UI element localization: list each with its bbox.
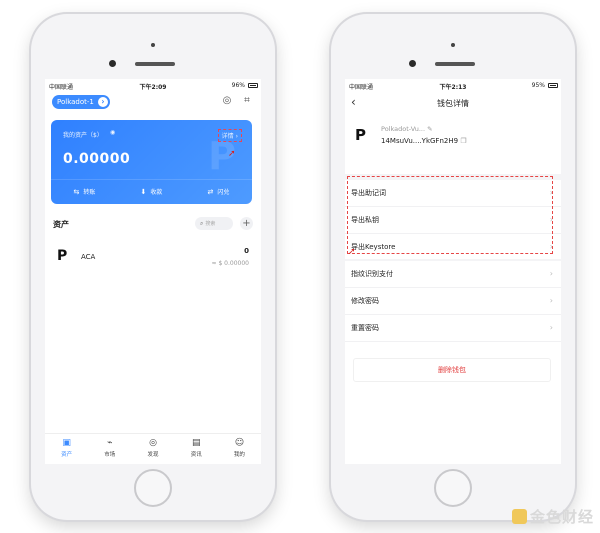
highlight-box: [347, 176, 553, 254]
asset-card-label: 我的资产（$）: [63, 132, 103, 139]
chevron-right-icon: ›: [549, 269, 553, 278]
add-asset-button[interactable]: +: [240, 217, 253, 230]
earpiece: [135, 62, 175, 66]
swap-icon: ⇄: [207, 188, 214, 196]
asset-fiat-value: ≈ $ 0.00000: [211, 260, 249, 267]
wallet-header: P Polkadot-Vu... ✎ 14MsuVu....YkGFn2H9 ❐: [345, 116, 561, 162]
asset-card: P 我的资产（$） ◉ 详情 › 0.00000 ⇆ 转账 ⬇ 收款 ⇄ 闪兑: [51, 120, 252, 204]
news-icon: ▤: [191, 438, 201, 448]
status-bar: 中国联通 下午2:13 95%: [345, 79, 561, 92]
right-screen: 中国联通 下午2:13 95% ‹ 钱包详情 P Polkadot-Vu... …: [345, 79, 561, 464]
tab-me[interactable]: ☺ 我的: [218, 434, 261, 464]
camera-icon[interactable]: ◎: [221, 95, 233, 107]
chevron-right-icon: ›: [97, 97, 108, 107]
status-bar: 中国联通 下午2:09 96%: [45, 79, 261, 92]
transfer-button[interactable]: ⇆ 转账: [51, 180, 118, 204]
transfer-icon: ⇆: [73, 188, 80, 196]
pointer-cursor-icon: ➚: [228, 149, 236, 159]
brand-watermark: 金色财经: [511, 506, 594, 527]
chevron-right-icon: ›: [549, 296, 553, 305]
wallet-address: 14MsuVu....YkGFn2H9 ❐: [381, 137, 467, 145]
clock: 下午2:13: [439, 84, 467, 91]
receive-icon: ⬇: [140, 188, 147, 196]
nav-bar: ‹ 钱包详情: [345, 92, 561, 117]
speaker: [451, 43, 455, 47]
wallet-name: Polkadot-Vu... ✎: [381, 125, 433, 133]
compass-icon: ◎: [149, 438, 157, 448]
asset-row[interactable]: P ACA 0 ≈ $ 0.00000: [51, 243, 253, 273]
home-button[interactable]: [434, 469, 472, 507]
scan-icon[interactable]: ⌗: [241, 95, 253, 107]
battery-level: 96%: [231, 82, 245, 89]
detail-link[interactable]: 详情 ›: [217, 129, 242, 142]
change-password-item[interactable]: 修改密码 ›: [345, 288, 561, 315]
front-camera: [409, 60, 416, 67]
home-button[interactable]: [134, 469, 172, 507]
chain-name: Polkadot-1: [57, 98, 94, 106]
earpiece: [435, 62, 475, 66]
chain-selector[interactable]: Polkadot-1 ›: [52, 95, 110, 109]
user-icon: ☺: [234, 438, 245, 448]
battery-level: 95%: [531, 82, 545, 89]
left-phone: 中国联通 下午2:09 96% Polkadot-1 › ◎ ⌗ P 我的资产（…: [31, 14, 275, 520]
tab-discover[interactable]: ◎ 发现: [131, 434, 174, 464]
assets-title: 资产: [53, 220, 69, 229]
tab-news[interactable]: ▤ 资讯: [175, 434, 218, 464]
delete-wallet-button[interactable]: 删除钱包: [353, 358, 551, 382]
speaker: [151, 43, 155, 47]
pointer-cursor-icon: ➚: [348, 247, 356, 257]
total-balance: 0.00000: [63, 151, 131, 167]
security-menu: 指纹识别支付 › 修改密码 › 重置密码 ›: [345, 261, 561, 342]
right-phone: 中国联通 下午2:13 95% ‹ 钱包详情 P Polkadot-Vu... …: [331, 14, 575, 520]
tab-market[interactable]: ⌁ 市场: [88, 434, 131, 464]
bottom-tab-bar: ▣ 资产 ⌁ 市场 ◎ 发现 ▤ 资讯 ☺ 我的: [45, 433, 261, 464]
card-actions: ⇆ 转账 ⬇ 收款 ⇄ 闪兑: [51, 179, 252, 204]
battery-icon: [248, 83, 258, 88]
receive-button[interactable]: ⬇ 收款: [118, 180, 185, 204]
polkadot-logo-icon: P: [355, 126, 366, 144]
battery-icon: [548, 83, 558, 88]
wallet-icon: ▣: [62, 438, 71, 448]
polkadot-logo-icon: P: [57, 248, 68, 264]
tab-assets[interactable]: ▣ 资产: [45, 434, 88, 464]
asset-symbol: ACA: [81, 253, 96, 261]
asset-quantity: 0: [244, 247, 249, 255]
edit-icon[interactable]: ✎: [427, 125, 432, 133]
clock: 下午2:09: [139, 84, 167, 91]
reset-password-item[interactable]: 重置密码 ›: [345, 315, 561, 342]
copy-icon[interactable]: ❐: [460, 137, 466, 145]
chart-icon: ⌁: [107, 438, 113, 448]
asset-search[interactable]: ⌕ 搜索: [195, 217, 233, 230]
chevron-right-icon: ›: [549, 323, 553, 332]
brand-logo-icon: [511, 509, 527, 524]
left-screen: 中国联通 下午2:09 96% Polkadot-1 › ◎ ⌗ P 我的资产（…: [45, 79, 261, 464]
assets-header: 资产 ⌕ 搜索 +: [51, 217, 255, 233]
fingerprint-pay-item[interactable]: 指纹识别支付 ›: [345, 261, 561, 288]
top-bar: Polkadot-1 › ◎ ⌗: [45, 92, 261, 118]
search-icon: ⌕: [200, 220, 204, 227]
swap-button[interactable]: ⇄ 闪兑: [185, 180, 252, 204]
front-camera: [109, 60, 116, 67]
page-title: 钱包详情: [437, 99, 469, 108]
eye-icon[interactable]: ◉: [110, 129, 115, 136]
